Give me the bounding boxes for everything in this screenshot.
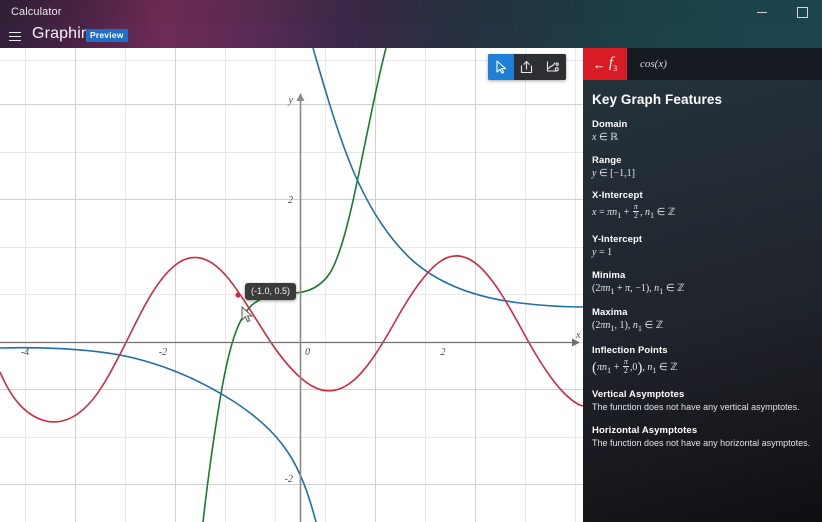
highlighted-point <box>235 292 241 298</box>
back-to-equation-button[interactable]: ← f3 <box>583 48 627 80</box>
ytick-2: 2 <box>288 195 293 206</box>
feature-title: Range <box>592 154 622 166</box>
mouse-cursor-icon <box>241 306 254 323</box>
feature-list: Domain x ∈ ℝ Range y ∈ [−1,1] X-Intercep… <box>592 119 818 461</box>
feature-horizontal-asymptotes: Horizontal Asymptotes The function does … <box>592 425 818 449</box>
feature-domain: Domain x ∈ ℝ <box>592 119 818 145</box>
title-bar: Calculator <box>0 0 822 24</box>
preview-badge: Preview <box>86 29 128 42</box>
share-icon <box>520 60 533 74</box>
back-arrow-icon: ← <box>592 56 606 72</box>
y-axis-arrow <box>296 93 305 101</box>
graph-settings-tool-button[interactable] <box>540 54 566 80</box>
x-axis-label: x <box>575 330 581 341</box>
graph-settings-icon <box>546 61 559 72</box>
feature-title: Minima <box>592 269 626 281</box>
calculator-window: Calculator Graphing Preview -4 -2 0 2 2 … <box>0 0 822 522</box>
curve-red-cosine <box>0 255 583 423</box>
feature-title: Domain <box>592 119 628 130</box>
feature-title: X-Intercept <box>592 190 643 201</box>
graph-toolbar <box>488 54 566 80</box>
feature-inflection-points: Inflection Points (πn1 + π 2,0), n1 ∈ ℤ <box>592 345 818 376</box>
window-controls <box>742 0 822 24</box>
window-title: Calculator <box>11 6 62 18</box>
point-tooltip: (-1.0, 0.5) <box>245 283 297 300</box>
feature-title: Inflection Points <box>592 344 668 356</box>
maximize-button[interactable] <box>782 0 822 24</box>
feature-title: Y-Intercept <box>592 234 643 246</box>
function-label: f3 <box>608 54 618 73</box>
maximize-icon <box>796 6 808 18</box>
hamburger-menu-icon[interactable] <box>5 27 25 45</box>
equation-text: cos(x) <box>640 58 667 70</box>
feature-value: (πn1 + π 2,0), n1 ∈ ℤ <box>592 356 678 376</box>
feature-minima: Minima (2πn1 + π, −1), n1 ∈ ℤ <box>592 270 818 297</box>
minimize-button[interactable] <box>742 0 782 24</box>
xtick--4: -4 <box>21 347 29 358</box>
feature-title: Vertical Asymptotes <box>592 388 685 400</box>
feature-maxima: Maxima (2πn1, 1), n1 ∈ ℤ <box>592 307 818 334</box>
feature-value: y = 1 <box>592 247 613 259</box>
xtick-2: 2 <box>441 347 446 358</box>
feature-value: The function does not have any vertical … <box>592 401 800 412</box>
xtick-0: 0 <box>305 347 310 358</box>
curve-blue <box>0 346 317 522</box>
key-features-panel: ← f3 cos(x) Key Graph Features Domain x … <box>583 48 822 522</box>
graph-canvas[interactable]: -4 -2 0 2 2 -2 x y (-1.0, 0.5) <box>0 48 583 522</box>
feature-value: x = πn1 + π2, n1 ∈ ℤ <box>592 202 676 221</box>
panel-body: Key Graph Features Domain x ∈ ℝ Range y … <box>583 80 822 522</box>
xtick--2: -2 <box>159 347 167 358</box>
equation-bar: ← f3 cos(x) <box>583 48 822 80</box>
feature-title: Maxima <box>592 307 628 319</box>
ytick--2: -2 <box>285 474 293 485</box>
curve-blue-upper <box>312 48 583 308</box>
share-tool-button[interactable] <box>514 54 540 80</box>
axes <box>0 93 580 522</box>
feature-value: x ∈ ℝ <box>592 132 619 143</box>
cursor-arrow-icon <box>495 60 506 74</box>
feature-title: Horizontal Asymptotes <box>592 424 698 436</box>
feature-value: y ∈ [−1,1] <box>592 167 635 179</box>
y-axis-label: y <box>288 95 294 106</box>
feature-range: Range y ∈ [−1,1] <box>592 155 818 181</box>
app-header: Graphing Preview <box>0 24 822 48</box>
minimize-icon <box>757 11 767 13</box>
feature-y-intercept: Y-Intercept y = 1 <box>592 234 818 260</box>
feature-value: The function does not have any horizonta… <box>592 437 811 448</box>
feature-vertical-asymptotes: Vertical Asymptotes The function does no… <box>592 389 818 413</box>
pointer-tool-button[interactable] <box>488 54 514 80</box>
feature-value: (2πn1, 1), n1 ∈ ℤ <box>592 320 664 334</box>
feature-x-intercept: X-Intercept x = πn1 + π2, n1 ∈ ℤ <box>592 190 818 221</box>
panel-heading: Key Graph Features <box>592 92 723 107</box>
feature-value: (2πn1 + π, −1), n1 ∈ ℤ <box>592 282 685 296</box>
